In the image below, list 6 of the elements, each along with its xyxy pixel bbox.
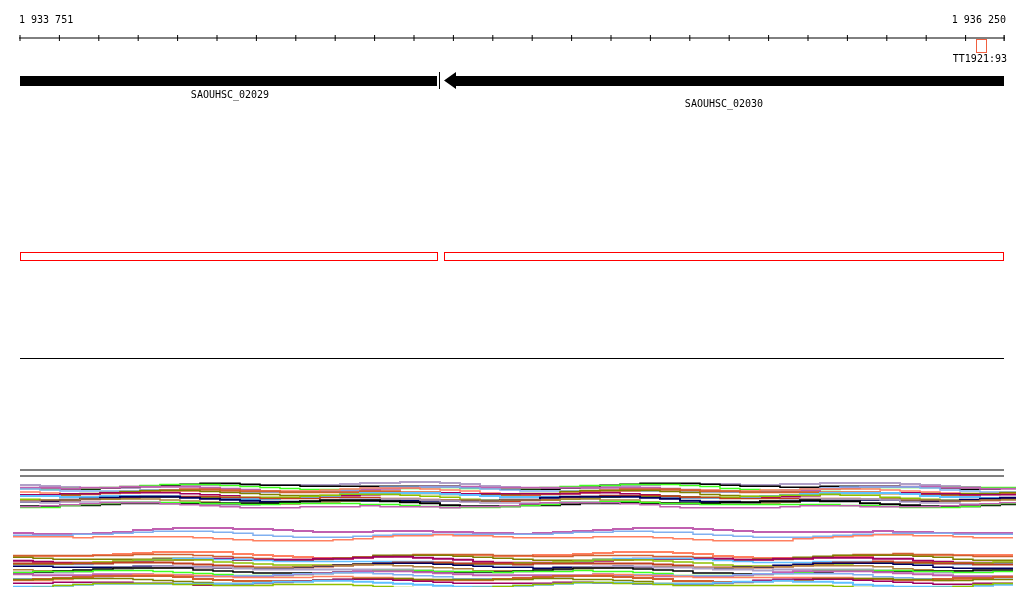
marker-outline	[976, 39, 987, 53]
end-coordinate: 1 936 250	[951, 13, 1006, 27]
marker-label: TT1921:93	[952, 53, 1007, 65]
start-coordinate: 1 933 751	[19, 13, 74, 27]
gene-label: SAOUHSC_02030	[684, 98, 764, 110]
gene-label: SAOUHSC_02029	[190, 89, 270, 101]
